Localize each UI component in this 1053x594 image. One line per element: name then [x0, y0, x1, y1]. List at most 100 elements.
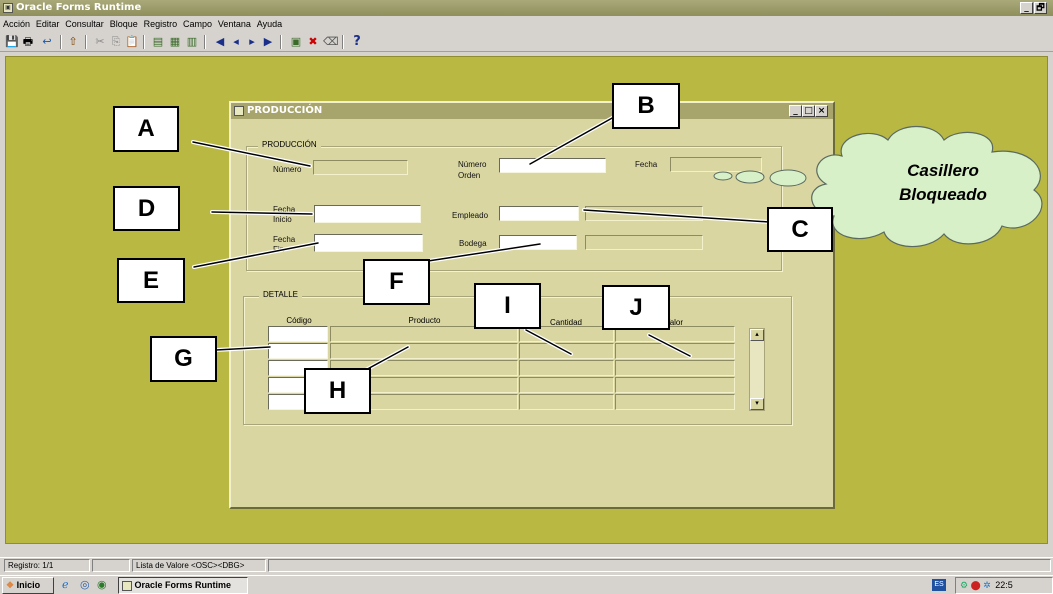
menu-editar[interactable]: Editar — [33, 16, 60, 32]
last-record-icon[interactable]: ▶ — [261, 35, 275, 49]
scroll-down-icon[interactable]: ▾ — [750, 398, 764, 410]
callout-c: C — [767, 207, 833, 252]
form-maximize-button[interactable]: □ — [802, 105, 815, 117]
menu-ayuda[interactable]: Ayuda — [254, 16, 282, 32]
empleado-input[interactable] — [499, 206, 579, 221]
toolbar-separator — [342, 35, 344, 49]
cut-icon[interactable]: ✂ — [93, 35, 107, 49]
security-icon[interactable]: ⬤ — [971, 580, 981, 590]
fecha-inicio-input[interactable] — [314, 205, 421, 223]
callout-h: H — [304, 368, 371, 414]
media-player-icon[interactable]: ◉ — [97, 578, 107, 591]
menu-consultar[interactable]: Consultar — [62, 16, 104, 32]
empleado-label: Empleado — [452, 211, 489, 220]
taskbar-app-oracle-forms[interactable]: Oracle Forms Runtime — [118, 577, 248, 594]
cantidad-cell[interactable] — [519, 360, 614, 376]
delete-record-icon[interactable]: ✖ — [306, 35, 320, 49]
detail-scrollbar[interactable]: ▴ ▾ — [749, 328, 765, 411]
cloud-caption-line2: Bloqueado — [899, 185, 987, 204]
valor-cell — [615, 394, 735, 410]
toolbar: 💾 🖶 ↩ ⇧ ✂ ⎘ 📋 ▤ ▦ ▥ ◀ ◂ ▸ ▶ ▣ ✖ ⌫ ? — [0, 32, 1053, 52]
menu-registro[interactable]: Registro — [141, 16, 178, 32]
cantidad-cell[interactable] — [519, 394, 614, 410]
callout-b: B — [612, 83, 680, 129]
fecha-field — [670, 157, 762, 172]
osc-indicator: <OSC> — [191, 561, 218, 570]
producto-cell — [330, 343, 518, 359]
menu-bloque[interactable]: Bloque — [107, 16, 138, 32]
codigo-cell[interactable] — [268, 326, 328, 342]
record-counter: Registro: 1/1 — [4, 559, 90, 572]
start-button[interactable]: ❖ Inicio — [2, 577, 54, 594]
callout-f: F — [363, 259, 430, 305]
list-of-values-icon[interactable]: ▤ — [151, 35, 165, 49]
language-indicator[interactable]: ES — [932, 579, 946, 591]
enter-query-icon[interactable]: ⇧ — [66, 35, 80, 49]
callout-g: G — [150, 336, 217, 382]
form-minimize-button[interactable]: _ — [789, 105, 802, 117]
copy-icon[interactable]: ⎘ — [109, 35, 123, 49]
fecha-fin-label-line2: Fin — [273, 245, 285, 254]
form-window-icon — [234, 106, 244, 116]
save-icon[interactable]: 💾 — [5, 35, 19, 49]
system-tray: ⚙ ⬤ ✲ 22:5 — [955, 577, 1053, 594]
fecha-fin-input[interactable] — [314, 234, 423, 252]
outlook-express-icon[interactable]: ◎ — [80, 578, 90, 591]
previous-record-icon[interactable]: ◂ — [229, 35, 243, 49]
empleado-name-field — [585, 206, 703, 221]
exit-icon[interactable]: ↩ — [40, 35, 54, 49]
help-icon[interactable]: ? — [350, 35, 364, 49]
execute-query-icon[interactable]: ▥ — [185, 35, 199, 49]
fecha-inicio-label-line2: Inicio — [273, 215, 292, 224]
network-icon[interactable]: ⚙ — [960, 580, 968, 590]
cantidad-cell[interactable] — [519, 377, 614, 393]
toolbar-separator — [280, 35, 282, 49]
internet-explorer-icon[interactable]: ℯ — [62, 578, 69, 591]
lov-indicator: Lista de Valore — [136, 561, 189, 570]
numero-field — [313, 160, 408, 175]
menu-accion[interactable]: Acción — [0, 16, 30, 32]
menu-campo[interactable]: Campo — [180, 16, 212, 32]
restore-button[interactable]: 🗗 — [1034, 2, 1047, 14]
first-record-icon[interactable]: ◀ — [213, 35, 227, 49]
toolbar-separator — [60, 35, 62, 49]
form-title-bar: PRODUCCIÓN _ □ × — [231, 103, 833, 119]
status-message-area — [268, 559, 1051, 572]
status-bar: Registro: 1/1 Lista de Valore <OSC><DBG> — [0, 557, 1053, 572]
callout-j: J — [602, 285, 670, 330]
clock: 22:5 — [995, 580, 1013, 590]
valor-cell — [615, 360, 735, 376]
edit-icon[interactable]: ▦ — [168, 35, 182, 49]
app-title: Oracle Forms Runtime — [16, 2, 142, 13]
numero-orden-label-line1: Número — [458, 160, 487, 169]
start-label: Inicio — [16, 580, 41, 590]
next-record-icon[interactable]: ▸ — [245, 35, 259, 49]
app-title-bar: ▣ Oracle Forms Runtime _ 🗗 — [0, 0, 1053, 16]
numero-orden-input[interactable] — [499, 158, 606, 173]
minimize-button[interactable]: _ — [1020, 2, 1033, 14]
scroll-up-icon[interactable]: ▴ — [750, 329, 764, 341]
cloud-caption: Casillero Bloqueado — [838, 159, 1048, 207]
fecha-fin-label-line1: Fecha — [273, 235, 296, 244]
status-indicators: Lista de Valore <OSC><DBG> — [132, 559, 266, 572]
menu-ventana[interactable]: Ventana — [215, 16, 251, 32]
update-icon[interactable]: ✲ — [983, 580, 991, 590]
callout-i: I — [474, 283, 541, 329]
cloud-caption-line1: Casillero — [907, 161, 979, 180]
column-header-codigo: Código — [286, 316, 312, 325]
callout-a: A — [113, 106, 179, 152]
print-icon[interactable]: 🖶 — [21, 35, 35, 49]
form-close-button[interactable]: × — [815, 105, 828, 117]
bodega-name-field — [585, 235, 703, 250]
dbg-indicator: <DBG> — [217, 561, 245, 570]
codigo-cell[interactable] — [268, 343, 328, 359]
insert-record-icon[interactable]: ▣ — [289, 35, 303, 49]
valor-cell — [615, 377, 735, 393]
numero-orden-label-line2: Orden — [458, 171, 481, 180]
cantidad-cell[interactable] — [519, 343, 614, 359]
detalle-frame-title: DETALLE — [259, 290, 302, 299]
paste-icon[interactable]: 📋 — [125, 35, 139, 49]
fecha-label: Fecha — [635, 160, 658, 169]
clear-record-icon[interactable]: ⌫ — [323, 35, 339, 49]
bodega-input[interactable] — [499, 235, 577, 250]
